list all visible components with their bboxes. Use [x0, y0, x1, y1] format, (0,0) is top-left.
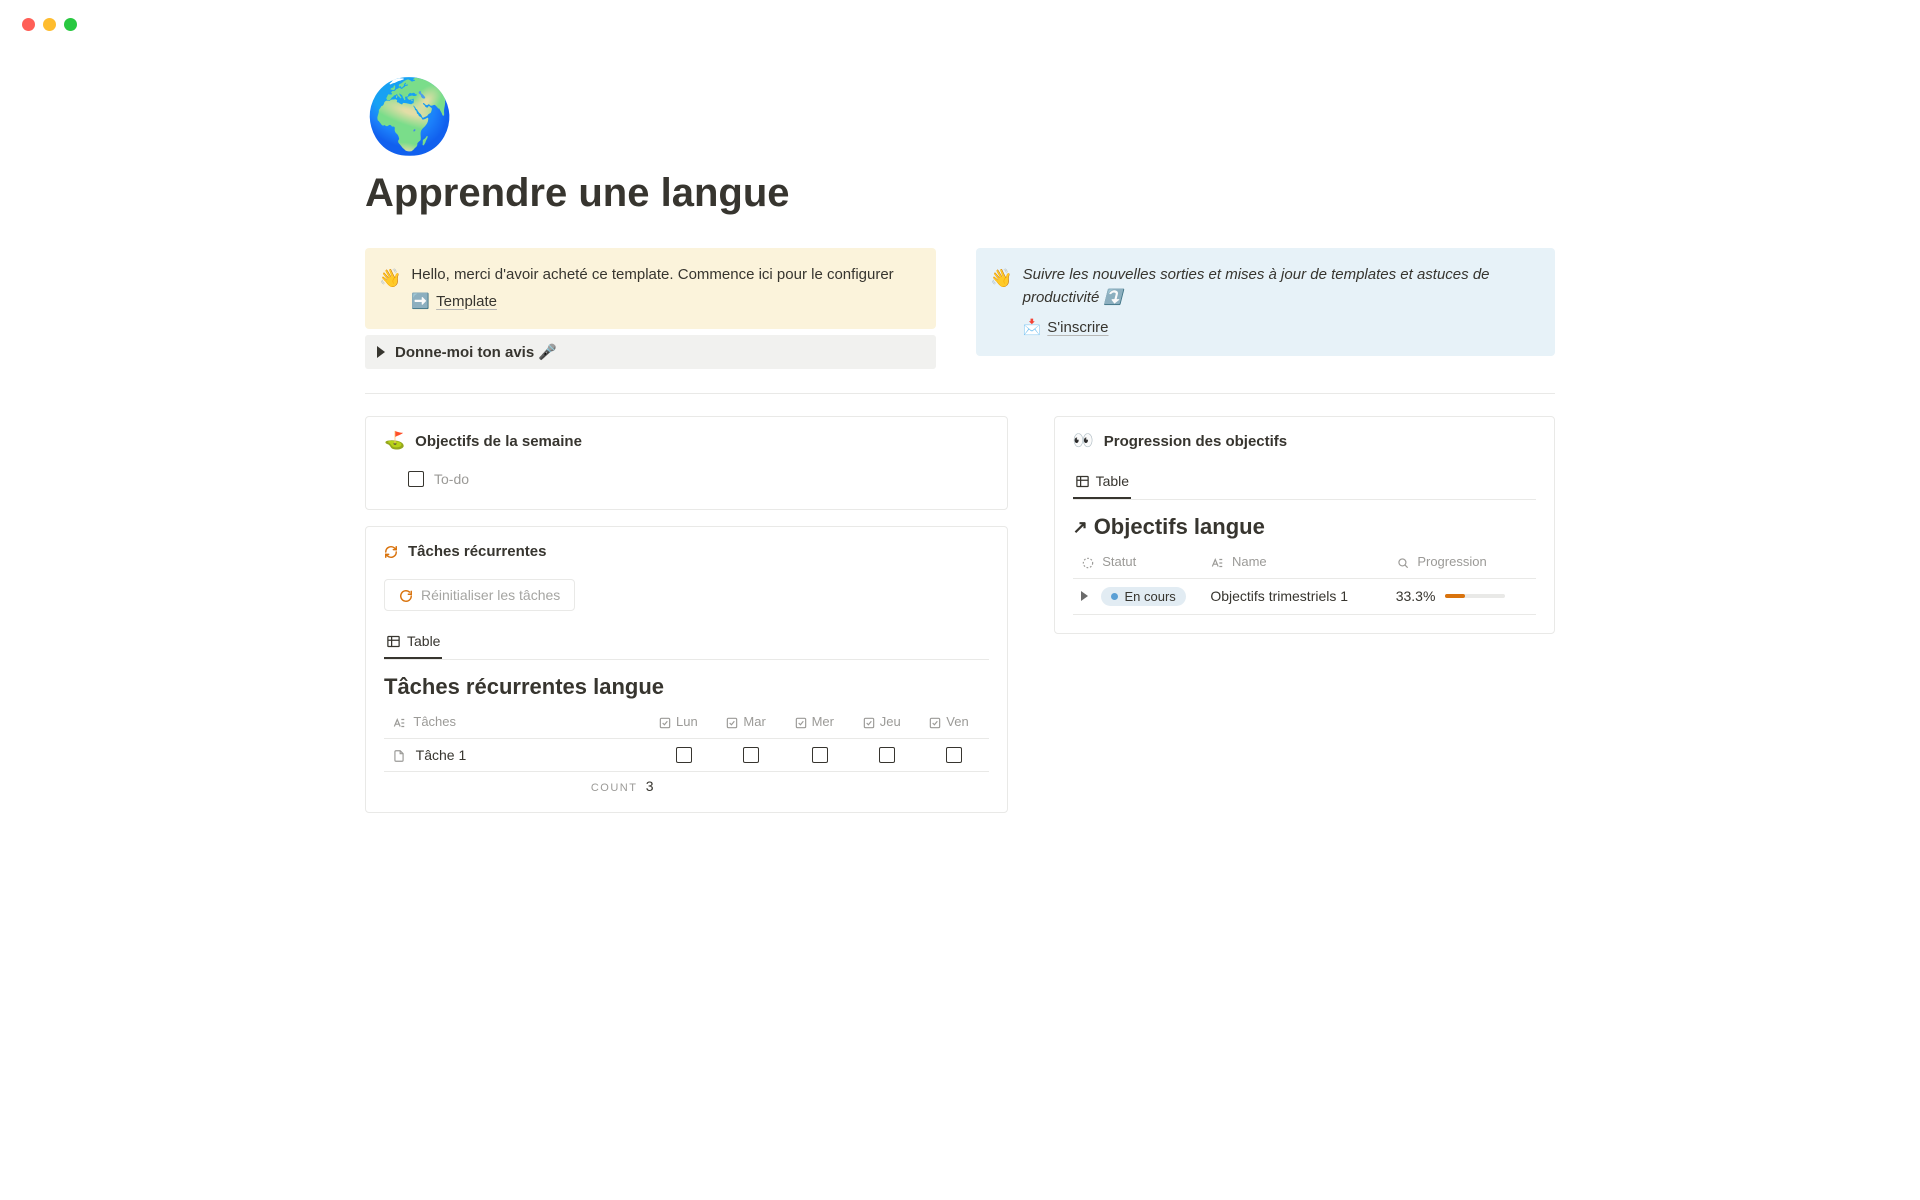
reset-tasks-button[interactable]: Réinitialiser les tâches [384, 579, 575, 611]
callout-welcome: 👋 Hello, merci d'avoir acheté ce templat… [365, 248, 936, 329]
minimize-window-icon[interactable] [43, 18, 56, 31]
cell-checkbox-tue[interactable] [743, 747, 759, 763]
close-window-icon[interactable] [22, 18, 35, 31]
reset-tasks-label: Réinitialiser les tâches [421, 587, 560, 603]
recurring-tasks-card: Tâches récurrentes Réinitialiser les tâc… [365, 526, 1008, 813]
recurring-tab-label: Table [407, 633, 440, 649]
progress-db-title[interactable]: ↗ Objectifs langue [1073, 514, 1536, 540]
col-tue[interactable]: Mar [743, 714, 765, 729]
progress-card: 👀 Progression des objectifs Table ↗ Obje… [1054, 416, 1555, 634]
weekly-objectives-title: Objectifs de la semaine [415, 433, 582, 450]
flag-icon: ⛳ [384, 431, 405, 451]
binoculars-icon: 👀 [1073, 431, 1094, 451]
col-wed[interactable]: Mer [812, 714, 834, 729]
refresh-icon [384, 541, 398, 561]
progress-tab-label: Table [1096, 473, 1129, 489]
template-link[interactable]: Template [436, 291, 497, 314]
col-mon[interactable]: Lun [676, 714, 698, 729]
count-value: 3 [646, 778, 654, 794]
cell-checkbox-mon[interactable] [676, 747, 692, 763]
text-property-icon [392, 716, 406, 730]
weekly-objectives-card: ⛳ Objectifs de la semaine To-do [365, 416, 1008, 510]
todo-placeholder: To-do [434, 471, 469, 487]
col-fri[interactable]: Ven [946, 714, 968, 729]
todo-item[interactable]: To-do [384, 467, 989, 491]
window-traffic-lights [0, 0, 1920, 31]
cell-checkbox-thu[interactable] [879, 747, 895, 763]
recurring-table-tab[interactable]: Table [384, 627, 442, 659]
maximize-window-icon[interactable] [64, 18, 77, 31]
page-title[interactable]: Apprendre une langue [365, 171, 1555, 216]
feedback-toggle[interactable]: Donne-moi ton avis 🎤 [365, 335, 936, 369]
cell-checkbox-fri[interactable] [946, 747, 962, 763]
col-progress[interactable]: Progression [1417, 554, 1486, 569]
col-name[interactable]: Name [1232, 554, 1267, 569]
text-property-icon [1210, 556, 1224, 570]
divider [365, 393, 1555, 394]
checkbox-property-icon [862, 716, 876, 730]
reset-spin-icon [399, 587, 413, 603]
status-badge[interactable]: En cours [1101, 587, 1185, 606]
mail-icon: 📩 [1023, 317, 1042, 340]
col-status[interactable]: Statut [1102, 554, 1136, 569]
search-property-icon [1396, 556, 1410, 570]
page-icon[interactable]: 🌍 [365, 81, 1555, 153]
callout-welcome-text: Hello, merci d'avoir acheté ce template.… [411, 264, 918, 287]
wave-icon: 👋 [990, 265, 1012, 292]
feedback-toggle-label: Donne-moi ton avis 🎤 [395, 343, 557, 361]
progress-table: Statut Name Progression [1073, 546, 1536, 615]
todo-checkbox[interactable] [408, 471, 424, 487]
progress-table-tab[interactable]: Table [1073, 467, 1131, 499]
checkbox-property-icon [725, 716, 739, 730]
col-task[interactable]: Tâches [413, 714, 456, 729]
callout-subscribe: 👋 Suivre les nouvelles sorties et mises … [976, 248, 1555, 356]
checkbox-property-icon [658, 716, 672, 730]
progress-fill [1445, 594, 1465, 598]
status-label: En cours [1124, 589, 1175, 604]
checkbox-property-icon [794, 716, 808, 730]
table-row[interactable]: Tâche 1 [384, 738, 989, 771]
checkbox-property-icon [928, 716, 942, 730]
wave-icon: 👋 [379, 265, 401, 292]
row-task-name: Tâche 1 [416, 747, 467, 763]
status-property-icon [1081, 556, 1095, 570]
progress-title: Progression des objectifs [1104, 433, 1287, 450]
status-dot-icon [1111, 593, 1118, 600]
count-summary: COUNT 3 [384, 778, 989, 794]
count-label: COUNT [591, 782, 637, 794]
subscribe-link[interactable]: S'inscrire [1047, 317, 1108, 340]
recurring-db-title[interactable]: Tâches récurrentes langue [384, 674, 989, 700]
progress-bar [1445, 594, 1505, 598]
callout-subscribe-text: Suivre les nouvelles sorties et mises à … [1023, 264, 1537, 309]
cell-checkbox-wed[interactable] [812, 747, 828, 763]
row-name: Objectifs trimestriels 1 [1202, 578, 1387, 614]
recurring-tasks-title: Tâches récurrentes [408, 543, 546, 560]
expand-row-icon[interactable] [1081, 591, 1088, 601]
page-icon [392, 747, 406, 763]
col-thu[interactable]: Jeu [880, 714, 901, 729]
toggle-triangle-icon [377, 346, 385, 358]
recurring-tasks-table: Tâches Lun Mar Mer Jeu Ven [384, 706, 989, 772]
arrow-right-icon: ➡️ [411, 291, 430, 314]
table-row[interactable]: En cours Objectifs trimestriels 1 33.3% [1073, 578, 1536, 614]
progress-percent: 33.3% [1396, 588, 1436, 604]
open-link-icon: ↗ [1073, 517, 1088, 538]
